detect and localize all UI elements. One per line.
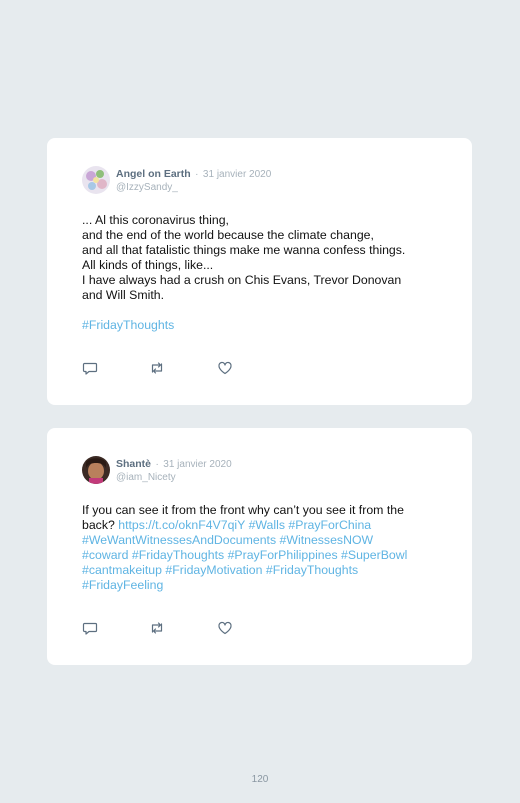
tweet-card: Angel on Earth · 31 janvier 2020 @IzzySa… <box>47 138 472 405</box>
retweet-icon <box>151 362 163 374</box>
tweet-line: ... Al this coronavirus thing, <box>82 213 229 227</box>
like-button[interactable] <box>217 360 233 376</box>
tweet-line: I have always had a crush on Chis Evans,… <box>82 273 402 287</box>
tweet-card: Shantè · 31 janvier 2020 @iam_Nicety If … <box>47 428 472 665</box>
avatar[interactable] <box>82 166 110 194</box>
tweet-text: If you can see it from the front why can… <box>82 503 442 593</box>
separator: · <box>155 459 159 470</box>
avatar-portrait-icon <box>82 456 110 484</box>
tweet-header: Shantè · 31 janvier 2020 @iam_Nicety <box>82 456 232 484</box>
reply-icon <box>82 622 98 635</box>
tweet-actions <box>82 360 242 376</box>
tweet-line: If you can see it from the front why can… <box>82 503 404 517</box>
retweet-button[interactable] <box>149 620 165 636</box>
like-icon <box>218 361 232 375</box>
tweet-date[interactable]: 31 janvier 2020 <box>203 169 271 180</box>
retweet-icon <box>151 622 163 634</box>
author-name[interactable]: Shantè <box>116 458 151 470</box>
reply-button[interactable] <box>82 360 98 376</box>
avatar[interactable] <box>82 456 110 484</box>
tweet-line: and the end of the world because the cli… <box>82 228 374 242</box>
author-block: Angel on Earth · 31 janvier 2020 @IzzySa… <box>116 166 271 194</box>
tweet-header: Angel on Earth · 31 janvier 2020 @IzzySa… <box>82 166 271 194</box>
hashtag-line[interactable]: #FridayFeeling <box>82 578 442 593</box>
hashtag-link[interactable]: #FridayThoughts <box>82 318 442 333</box>
retweet-button[interactable] <box>149 360 165 376</box>
author-block: Shantè · 31 janvier 2020 @iam_Nicety <box>116 456 232 484</box>
avatar-floral-icon <box>82 166 110 194</box>
reply-button[interactable] <box>82 620 98 636</box>
author-name[interactable]: Angel on Earth <box>116 168 191 180</box>
reply-icon <box>82 362 98 375</box>
link-hashtags[interactable]: https://t.co/oknF4V7qiY #Walls #PrayForC… <box>118 518 371 532</box>
hashtag-line[interactable]: #cantmakeitup #FridayMotivation #FridayT… <box>82 563 442 578</box>
tweet-text: ... Al this coronavirus thing, and the e… <box>82 213 442 333</box>
like-icon <box>218 621 232 635</box>
author-handle[interactable]: @IzzySandy_ <box>116 181 271 194</box>
separator: · <box>195 169 199 180</box>
page-number: 120 <box>251 774 269 785</box>
tweet-line: All kinds of things, like... <box>82 258 214 272</box>
hashtag-line[interactable]: #WeWantWitnessesAndDocuments #WitnessesN… <box>82 533 442 548</box>
tweet-line: back? https://t.co/oknF4V7qiY #Walls #Pr… <box>82 518 442 533</box>
like-button[interactable] <box>217 620 233 636</box>
hashtag-line[interactable]: #coward #FridayThoughts #PrayForPhilippi… <box>82 548 442 563</box>
tweet-line: and Will Smith. <box>82 288 165 302</box>
author-handle[interactable]: @iam_Nicety <box>116 471 232 484</box>
tweet-actions <box>82 620 242 636</box>
tweet-line: and all that fatalistic things make me w… <box>82 243 406 257</box>
tweet-date[interactable]: 31 janvier 2020 <box>163 459 231 470</box>
tweet-text-plain: back? <box>82 518 119 532</box>
